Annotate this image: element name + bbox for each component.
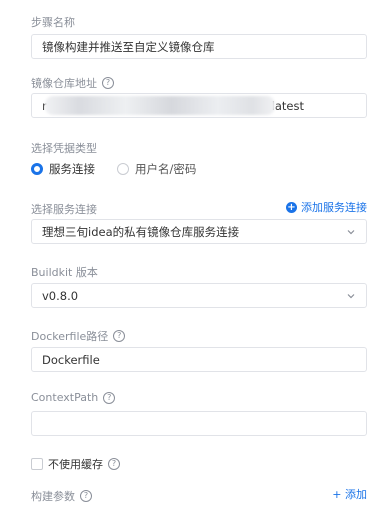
registry-label: 镜像仓库地址 ? bbox=[31, 75, 114, 91]
credential-radio-group: 服务连接 用户名/密码 bbox=[31, 161, 196, 177]
chevron-down-icon bbox=[347, 293, 355, 298]
context-path-input[interactable] bbox=[31, 411, 367, 436]
no-cache-checkbox[interactable] bbox=[31, 458, 43, 470]
radio-service-connection[interactable] bbox=[31, 163, 43, 175]
add-build-arg-button[interactable]: + 添加 bbox=[332, 486, 367, 502]
buildkit-label: Buildkit 版本 bbox=[31, 266, 98, 279]
dockerfile-value: Dockerfile bbox=[42, 352, 100, 367]
service-connection-select[interactable]: 理想三旬idea的私有镜像仓库服务连接 bbox=[31, 219, 367, 244]
radio-username-password[interactable] bbox=[117, 163, 129, 175]
credential-type-label: 选择凭据类型 bbox=[31, 142, 97, 155]
service-connection-value: 理想三旬idea的私有镜像仓库服务连接 bbox=[42, 224, 240, 239]
buildkit-select[interactable]: v0.8.0 bbox=[31, 283, 367, 308]
context-path-label: ContextPath ? bbox=[31, 391, 116, 404]
help-icon[interactable]: ? bbox=[113, 330, 126, 342]
help-icon[interactable]: ? bbox=[108, 458, 120, 470]
add-service-connection-link[interactable]: + 添加服务连接 bbox=[286, 199, 367, 215]
radio-service-connection-label[interactable]: 服务连接 bbox=[49, 161, 95, 177]
dockerfile-label: Dockerfile路径 ? bbox=[31, 328, 126, 344]
registry-value-suffix: latest bbox=[271, 98, 304, 113]
plus-circle-icon: + bbox=[286, 201, 297, 213]
radio-username-password-label[interactable]: 用户名/密码 bbox=[135, 161, 196, 177]
step-name-value: 镜像构建并推送至自定义镜像仓库 bbox=[42, 39, 215, 54]
dockerfile-input[interactable]: Dockerfile bbox=[31, 347, 367, 372]
help-icon[interactable]: ? bbox=[103, 391, 116, 404]
buildkit-value: v0.8.0 bbox=[42, 288, 79, 303]
help-icon[interactable]: ? bbox=[80, 490, 92, 502]
step-name-label: 步骤名称 bbox=[31, 16, 75, 29]
help-icon[interactable]: ? bbox=[102, 77, 114, 89]
chevron-down-icon bbox=[347, 229, 355, 234]
redacted-overlay bbox=[45, 96, 275, 115]
build-args-label: 构建参数 ? bbox=[31, 488, 92, 504]
service-connection-label: 选择服务连接 bbox=[31, 203, 97, 216]
no-cache-row[interactable]: 不使用缓存 ? bbox=[31, 456, 120, 472]
step-name-input[interactable]: 镜像构建并推送至自定义镜像仓库 bbox=[31, 34, 367, 59]
